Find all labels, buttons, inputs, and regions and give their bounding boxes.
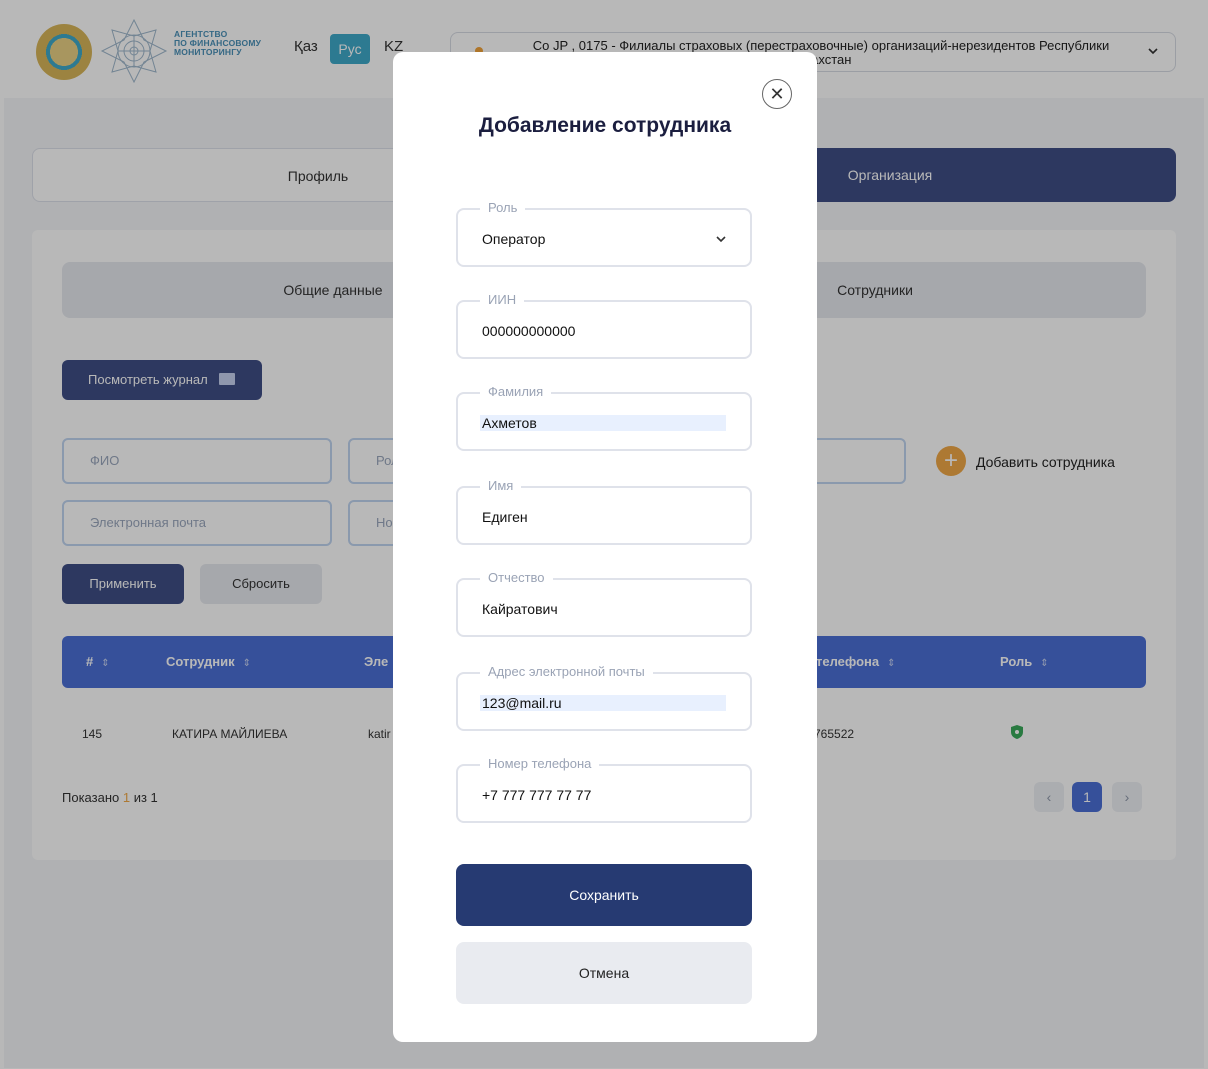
modal-title: Добавление сотрудника <box>478 114 732 137</box>
iin-label: ИИН <box>480 292 525 308</box>
phone-label: Номер телефона <box>480 756 600 772</box>
page: АГЕНТСТВО ПО ФИНАНСОВОМУ МОНИТОРИНГУ Қаз… <box>4 4 1204 1068</box>
role-label: Роль <box>480 200 526 216</box>
email-label: Адрес электронной почты <box>480 664 653 680</box>
last-name-value: Ахметов <box>480 415 726 431</box>
middle-name-field[interactable]: Отчество Кайратович <box>456 570 752 637</box>
email-value: 123@mail.ru <box>480 695 726 711</box>
first-name-field[interactable]: Имя Едиген <box>456 478 752 545</box>
close-icon: ✕ <box>769 84 785 104</box>
role-select[interactable]: Роль Оператор <box>456 200 752 267</box>
middle-name-label: Отчество <box>480 570 553 586</box>
first-name-value: Едиген <box>482 509 528 525</box>
add-employee-modal: ✕ Добавление сотрудника Роль Оператор ИИ… <box>393 52 817 1042</box>
last-name-label: Фамилия <box>480 384 552 400</box>
phone-field[interactable]: Номер телефона +7 777 777 77 77 <box>456 756 752 823</box>
chevron-down-icon <box>716 236 726 243</box>
email-field[interactable]: Адрес электронной почты 123@mail.ru <box>456 664 752 731</box>
phone-value: +7 777 777 77 77 <box>482 787 592 803</box>
save-button[interactable]: Сохранить <box>456 864 752 926</box>
role-value: Оператор <box>482 231 546 247</box>
first-name-label: Имя <box>480 478 522 494</box>
iin-field[interactable]: ИИН 000000000000 <box>456 292 752 359</box>
last-name-field[interactable]: Фамилия Ахметов <box>456 384 752 451</box>
iin-value: 000000000000 <box>482 323 576 339</box>
middle-name-value: Кайратович <box>482 601 558 617</box>
close-button[interactable]: ✕ <box>762 79 792 109</box>
cancel-button[interactable]: Отмена <box>456 942 752 1004</box>
